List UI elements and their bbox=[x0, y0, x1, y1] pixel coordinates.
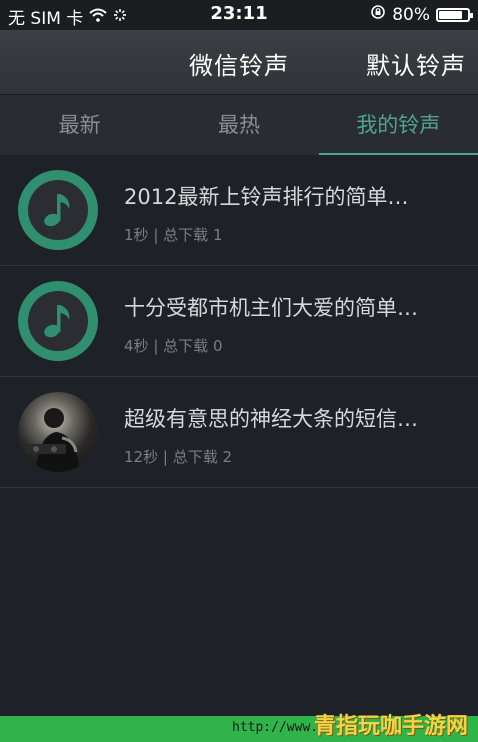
watermark-text: 青指玩咖手游网 bbox=[313, 714, 468, 739]
battery-fill bbox=[439, 10, 462, 19]
ringtone-duration: 4秒 bbox=[124, 337, 149, 355]
ringtone-duration: 12秒 bbox=[124, 448, 159, 466]
list-item[interactable]: 十分受都市机主们大爱的简单… 4秒 | 总下载 0 bbox=[0, 266, 478, 377]
tab-label: 我的铃声 bbox=[356, 113, 441, 137]
ringtone-meta: 4秒 | 总下载 0 bbox=[124, 335, 222, 356]
ringtone-meta: 1秒 | 总下载 1 bbox=[124, 224, 222, 245]
screen: 无 SIM 卡 23:11 80% 微信铃声 默认铃声 最新 最热 我的铃声 2… bbox=[0, 0, 478, 742]
rotation-lock-icon bbox=[370, 4, 386, 25]
ringtone-avatar bbox=[18, 170, 98, 250]
tab-newest[interactable]: 最新 bbox=[0, 95, 159, 155]
tab-hottest[interactable]: 最热 bbox=[159, 95, 318, 155]
default-ringtone-button[interactable]: 默认铃声 bbox=[366, 46, 466, 81]
ringtone-duration: 1秒 bbox=[124, 226, 149, 244]
tab-bar: 最新 最热 我的铃声 bbox=[0, 95, 478, 155]
list-item[interactable]: 2012最新上铃声排行的简单… 1秒 | 总下载 1 bbox=[0, 155, 478, 266]
ringtone-downloads: 总下载 0 bbox=[163, 337, 223, 355]
ringtone-meta: 12秒 | 总下载 2 bbox=[124, 446, 232, 467]
meta-separator: | bbox=[162, 448, 168, 466]
bottom-url: http://www.h bbox=[232, 720, 326, 735]
battery-tip bbox=[470, 12, 473, 18]
list-item[interactable]: 超级有意思的神经大条的短信… 12秒 | 总下载 2 bbox=[0, 377, 478, 488]
battery-percent: 80% bbox=[392, 4, 430, 25]
ringtone-downloads: 总下载 2 bbox=[172, 448, 233, 466]
music-note-icon bbox=[28, 180, 88, 240]
music-note-icon bbox=[28, 291, 88, 351]
dj-photo-avatar bbox=[18, 392, 98, 472]
bottom-banner: http://www.h 青指玩咖手游网 bbox=[0, 714, 478, 742]
tab-my-ringtones[interactable]: 我的铃声 bbox=[318, 95, 478, 155]
status-bar: 无 SIM 卡 23:11 80% bbox=[0, 0, 478, 30]
meta-separator: | bbox=[153, 337, 159, 355]
nav-bar: 微信铃声 默认铃声 bbox=[0, 30, 478, 95]
status-right: 80% bbox=[370, 4, 473, 25]
meta-separator: | bbox=[153, 226, 159, 244]
tab-label: 最新 bbox=[58, 113, 101, 137]
ringtone-list: 2012最新上铃声排行的简单… 1秒 | 总下载 1 十分受都市机主们大爱的简单… bbox=[0, 155, 478, 488]
ringtone-downloads: 总下载 1 bbox=[163, 226, 223, 244]
ringtone-title: 超级有意思的神经大条的短信… bbox=[124, 407, 418, 431]
ringtone-title: 十分受都市机主们大爱的简单… bbox=[124, 296, 418, 320]
ringtone-title: 2012最新上铃声排行的简单… bbox=[124, 185, 409, 209]
tab-label: 最热 bbox=[217, 113, 260, 137]
battery-icon bbox=[436, 7, 473, 22]
ringtone-avatar bbox=[18, 281, 98, 361]
